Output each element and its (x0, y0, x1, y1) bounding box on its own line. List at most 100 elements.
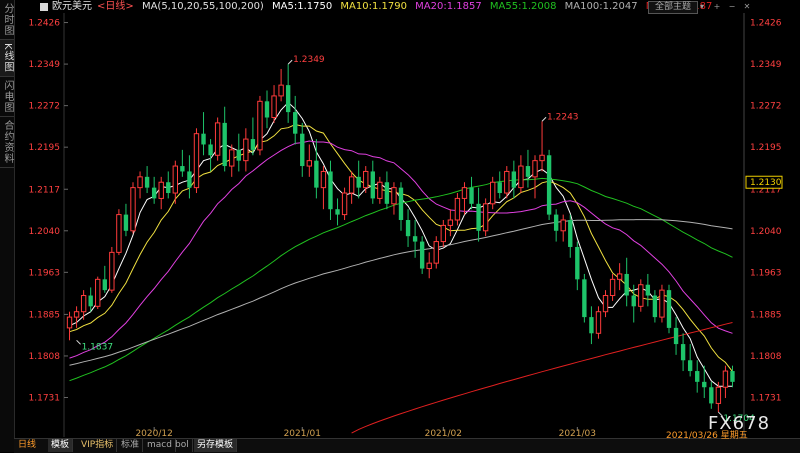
candle-body-up (504, 170, 510, 194)
y-tick-label-right: 1.1885 (750, 310, 782, 320)
candle-body-down (201, 133, 206, 145)
candle-body-up (137, 176, 143, 189)
y-tick-label-right: 1.1963 (750, 268, 782, 278)
candle-body-up (66, 316, 73, 329)
tab-standard[interactable]: 标准 (118, 439, 144, 452)
y-tick-label-right: 1.2195 (750, 143, 782, 153)
candle-body-down (546, 155, 552, 215)
candle-body-up (638, 284, 644, 307)
candle-body-down (335, 209, 340, 215)
candle-body-down (624, 273, 629, 296)
candle-body-down (582, 279, 587, 318)
candle-body-down (285, 85, 291, 113)
candle-body-down (370, 171, 375, 199)
minus-icon[interactable]: − (727, 2, 737, 11)
candle-body-up (440, 224, 447, 243)
candle-body-up (95, 278, 101, 307)
candle-body-down (702, 381, 707, 388)
candle-body-up (461, 187, 468, 199)
candle-body-up (341, 192, 348, 216)
candle-body-down (314, 160, 319, 188)
candle-body-down (88, 295, 93, 307)
period-tag[interactable]: <日线> (97, 1, 134, 12)
y-tick-label-right: 1.2040 (750, 227, 782, 237)
candle-body-up (482, 203, 489, 232)
tab-kline[interactable]: K线图 (0, 40, 14, 77)
candle-body-up (532, 160, 538, 178)
candle-body-down (568, 220, 573, 247)
candle-body-down (356, 176, 361, 188)
candle-body-down (250, 139, 256, 150)
chevron-down-icon[interactable]: ▾ (697, 2, 707, 11)
ma-params[interactable]: MA(5,10,20,55,100,200) (142, 1, 264, 12)
candle-body-down (300, 133, 305, 167)
y-tick-label-right: 1.2272 (750, 102, 782, 112)
candle-body-up (172, 165, 179, 194)
candle-body-down (293, 112, 298, 134)
candle-body-up (560, 219, 566, 232)
candle-body-down (264, 101, 270, 118)
ma55-value: MA55:1.2008 (489, 1, 557, 12)
y-tick-label-left: 1.2349 (29, 60, 61, 70)
tab-bol[interactable]: bol (172, 439, 193, 452)
annotation-leader (541, 116, 547, 122)
candlestick-chart[interactable]: 1.2426 1.2426 1.2349 1.2349 1.2272 1.2272 1.21… (0, 0, 800, 452)
candle-body-down (525, 166, 531, 177)
theme-select-button[interactable]: 全部主题 (648, 1, 698, 14)
candle-body-down (144, 176, 150, 188)
candle-body-down (166, 182, 171, 194)
candle-body-up (447, 219, 454, 226)
candle-body-up (158, 181, 164, 199)
ma5-line (69, 101, 733, 387)
tab-template[interactable]: 模板 (48, 439, 74, 452)
candle-body-down (709, 387, 714, 404)
ma10-value: MA10:1.1790 (340, 1, 407, 12)
candle-body-down (236, 149, 241, 161)
candle-body-down (645, 284, 651, 296)
candle-body-up (109, 251, 115, 291)
tab-flash[interactable]: 闪电图 (0, 77, 14, 117)
ma20-line (69, 140, 733, 359)
symbol-name: 欧元美元 (52, 1, 92, 12)
tab-save-template[interactable]: 另存模板 (194, 439, 238, 452)
candle-body-down (687, 360, 693, 372)
ma5-value: MA5:1.1750 (272, 1, 333, 12)
y-tick-label-left: 1.2117 (29, 185, 61, 195)
candle-body-up (518, 165, 524, 189)
candle-body-down (589, 317, 594, 334)
candle-body-down (180, 166, 185, 172)
candle-body-up (715, 386, 722, 404)
candle-body-down (123, 214, 129, 231)
tab-intraday[interactable]: 分时图 (0, 0, 14, 40)
left-tab-bar: 分时图 K线图 闪电图 合约资料 (0, 0, 15, 452)
candle-body-up (73, 311, 80, 318)
candle-body-up (320, 170, 327, 189)
tab-contract-info[interactable]: 合约资料 (0, 117, 14, 168)
candle-body-up (433, 241, 439, 264)
y-tick-label-right: 1.1731 (750, 393, 782, 403)
close-icon[interactable]: ✕ (742, 2, 752, 11)
checkbox-icon[interactable] (40, 3, 48, 11)
tab-vip-indicator[interactable]: VIP指标 (78, 439, 118, 452)
candle-body-down (208, 144, 213, 156)
candle-body-up (278, 84, 284, 97)
candle-body-down (666, 290, 672, 328)
candle-body-up (193, 133, 200, 189)
candle-body-down (412, 236, 418, 242)
candle-body-up (454, 197, 461, 221)
candle-body-up (602, 295, 609, 313)
candle-body-up (489, 181, 496, 205)
candle-body-up (271, 95, 277, 118)
plus-icon[interactable]: + (712, 2, 722, 11)
y-tick-label-left: 1.2040 (29, 227, 61, 237)
y-tick-label-left: 1.1885 (29, 310, 61, 320)
y-tick-label-left: 1.2195 (29, 143, 61, 153)
period-button[interactable]: 日线 (18, 439, 36, 452)
current-price-label: 1.2130 (750, 178, 782, 188)
candle-body-down (476, 203, 481, 231)
candle-body-down (631, 295, 636, 307)
candle-body-down (497, 182, 502, 194)
candle-body-down (187, 171, 192, 188)
candle-body-up (229, 149, 235, 167)
candle-body-up (257, 100, 263, 151)
